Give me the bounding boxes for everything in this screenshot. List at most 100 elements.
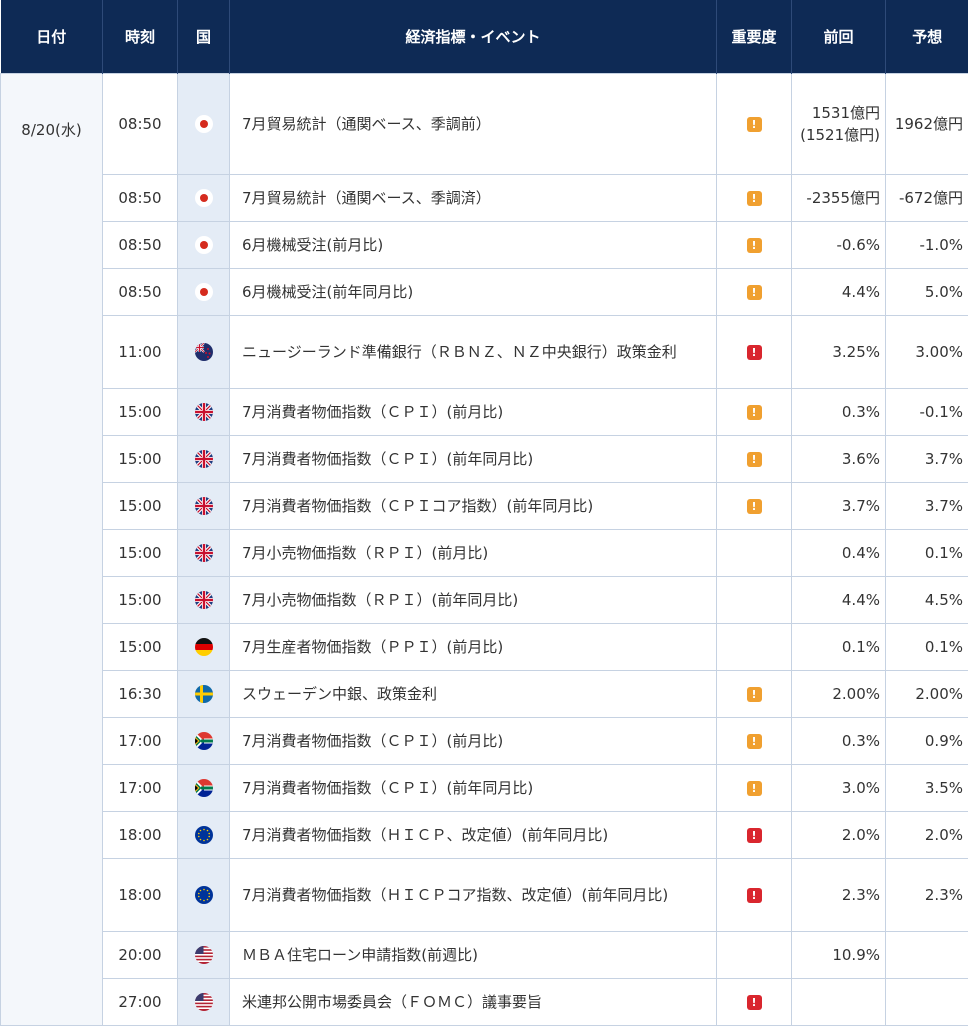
event-name[interactable]: 7月貿易統計（通関ベース、季調前） [229, 73, 717, 175]
importance-cell [716, 623, 792, 671]
forecast-value [885, 978, 968, 1026]
forecast-value: 3.7% [885, 435, 968, 483]
germany-flag-icon [194, 638, 213, 657]
importance-medium-icon: ! [746, 452, 762, 467]
table-row: 18:00 7月消費者物価指数（ＨＩＣＰ、改定値）(前年同月比)! 2.0% 2.0% [1, 811, 968, 859]
event-name[interactable]: 7月生産者物価指数（ＰＰＩ）(前月比) [229, 623, 717, 671]
event-name[interactable]: 7月消費者物価指数（ＣＰＩコア指数）(前年同月比) [229, 482, 717, 530]
event-name[interactable]: ニュージーランド準備銀行（ＲＢＮＺ、ＮＺ中央銀行）政策金利 [229, 315, 717, 389]
importance-medium-icon: ! [746, 499, 762, 514]
country-cell [177, 764, 230, 812]
event-name[interactable]: 7月消費者物価指数（ＨＩＣＰコア指数、改定値）(前年同月比) [229, 858, 717, 932]
previous-value [791, 978, 886, 1026]
uk-flag-icon [194, 403, 213, 422]
event-name[interactable]: 7月消費者物価指数（ＣＰＩ）(前月比) [229, 388, 717, 436]
eurozone-flag-icon [194, 826, 213, 845]
table-row: 08:50 6月機械受注(前年同月比)! 4.4% 5.0% [1, 268, 968, 316]
header-event: 経済指標・イベント [229, 0, 717, 74]
importance-cell [716, 931, 792, 979]
event-name[interactable]: 7月小売物価指数（ＲＰＩ）(前月比) [229, 529, 717, 577]
event-name[interactable]: 米連邦公開市場委員会（ＦＯＭＣ）議事要旨 [229, 978, 717, 1026]
forecast-value: 3.7% [885, 482, 968, 530]
event-name[interactable]: 7月消費者物価指数（ＨＩＣＰ、改定値）(前年同月比) [229, 811, 717, 859]
forecast-value: 4.5% [885, 576, 968, 624]
japan-flag-icon [194, 236, 213, 255]
previous-value: -0.6% [791, 221, 886, 269]
importance-cell: ! [716, 978, 792, 1026]
country-cell [177, 576, 230, 624]
previous-value: -2355億円 [791, 174, 886, 222]
table-row: 27:00 米連邦公開市場委員会（ＦＯＭＣ）議事要旨! [1, 978, 968, 1026]
country-cell [177, 435, 230, 483]
time-cell: 08:50 [102, 221, 178, 269]
importance-cell: ! [716, 388, 792, 436]
importance-medium-icon: ! [746, 117, 762, 132]
forecast-value: 0.9% [885, 717, 968, 765]
event-name[interactable]: スウェーデン中銀、政策金利 [229, 670, 717, 718]
previous-value: 3.25% [791, 315, 886, 389]
importance-high-icon: ! [746, 888, 762, 903]
table-row: 15:00 7月消費者物価指数（ＣＰＩ）(前月比)! 0.3% -0.1% [1, 388, 968, 436]
importance-cell [716, 529, 792, 577]
event-name[interactable]: 7月小売物価指数（ＲＰＩ）(前年同月比) [229, 576, 717, 624]
time-cell: 16:30 [102, 670, 178, 718]
table-row: 18:00 7月消費者物価指数（ＨＩＣＰコア指数、改定値）(前年同月比)! 2.3%… [1, 858, 968, 932]
event-name[interactable]: ＭＢＡ住宅ローン申請指数(前週比) [229, 931, 717, 979]
importance-medium-icon: ! [746, 781, 762, 796]
uk-flag-icon [194, 591, 213, 610]
country-cell [177, 221, 230, 269]
event-name[interactable]: 6月機械受注(前年同月比) [229, 268, 717, 316]
event-name[interactable]: 7月消費者物価指数（ＣＰＩ）(前年同月比) [229, 435, 717, 483]
header-date: 日付 [0, 0, 103, 74]
table-row: 15:00 7月生産者物価指数（ＰＰＩ）(前月比) 0.1% 0.1% [1, 623, 968, 671]
event-name[interactable]: 7月消費者物価指数（ＣＰＩ）(前月比) [229, 717, 717, 765]
uk-flag-icon [194, 450, 213, 469]
header-country: 国 [177, 0, 230, 74]
country-cell [177, 174, 230, 222]
importance-medium-icon: ! [746, 285, 762, 300]
table-body: 8/20(水) 08:50 7月貿易統計（通関ベース、季調前）! 1531億円(152… [0, 73, 968, 1026]
table-row: 15:00 7月消費者物価指数（ＣＰＩコア指数）(前年同月比)! 3.7% 3.7% [1, 482, 968, 530]
table-row: 08:50 7月貿易統計（通関ベース、季調済）! -2355億円 -672億円 [1, 174, 968, 222]
new-zealand-flag-icon [194, 343, 213, 362]
forecast-value: 5.0% [885, 268, 968, 316]
time-cell: 15:00 [102, 623, 178, 671]
uk-flag-icon [194, 497, 213, 516]
previous-value: 3.0% [791, 764, 886, 812]
japan-flag-icon [194, 115, 213, 134]
event-name[interactable]: 6月機械受注(前月比) [229, 221, 717, 269]
previous-value: 3.6% [791, 435, 886, 483]
sweden-flag-icon [194, 685, 213, 704]
japan-flag-icon [194, 283, 213, 302]
time-cell: 08:50 [102, 174, 178, 222]
time-cell: 17:00 [102, 717, 178, 765]
forecast-value: 3.00% [885, 315, 968, 389]
importance-high-icon: ! [746, 995, 762, 1010]
country-cell [177, 388, 230, 436]
importance-cell [716, 576, 792, 624]
time-cell: 11:00 [102, 315, 178, 389]
time-cell: 15:00 [102, 482, 178, 530]
event-name[interactable]: 7月貿易統計（通関ベース、季調済） [229, 174, 717, 222]
table-row: 08:50 6月機械受注(前月比)! -0.6% -1.0% [1, 221, 968, 269]
previous-value: 2.00% [791, 670, 886, 718]
country-cell [177, 717, 230, 765]
table-row: 11:00 ニュージーランド準備銀行（ＲＢＮＺ、ＮＺ中央銀行）政策金利! 3.25%… [1, 315, 968, 389]
previous-value: 10.9% [791, 931, 886, 979]
time-cell: 27:00 [102, 978, 178, 1026]
importance-medium-icon: ! [746, 191, 762, 206]
table-row: 17:00 7月消費者物価指数（ＣＰＩ）(前年同月比)! 3.0% 3.5% [1, 764, 968, 812]
event-name[interactable]: 7月消費者物価指数（ＣＰＩ）(前年同月比) [229, 764, 717, 812]
time-cell: 20:00 [102, 931, 178, 979]
table-row: 15:00 7月小売物価指数（ＲＰＩ）(前月比) 0.4% 0.1% [1, 529, 968, 577]
forecast-value: -0.1% [885, 388, 968, 436]
forecast-value: 0.1% [885, 623, 968, 671]
previous-value: 0.1% [791, 623, 886, 671]
country-cell [177, 978, 230, 1026]
importance-cell: ! [716, 315, 792, 389]
previous-value: 0.4% [791, 529, 886, 577]
importance-cell: ! [716, 717, 792, 765]
importance-medium-icon: ! [746, 734, 762, 749]
time-cell: 08:50 [102, 268, 178, 316]
importance-cell: ! [716, 221, 792, 269]
